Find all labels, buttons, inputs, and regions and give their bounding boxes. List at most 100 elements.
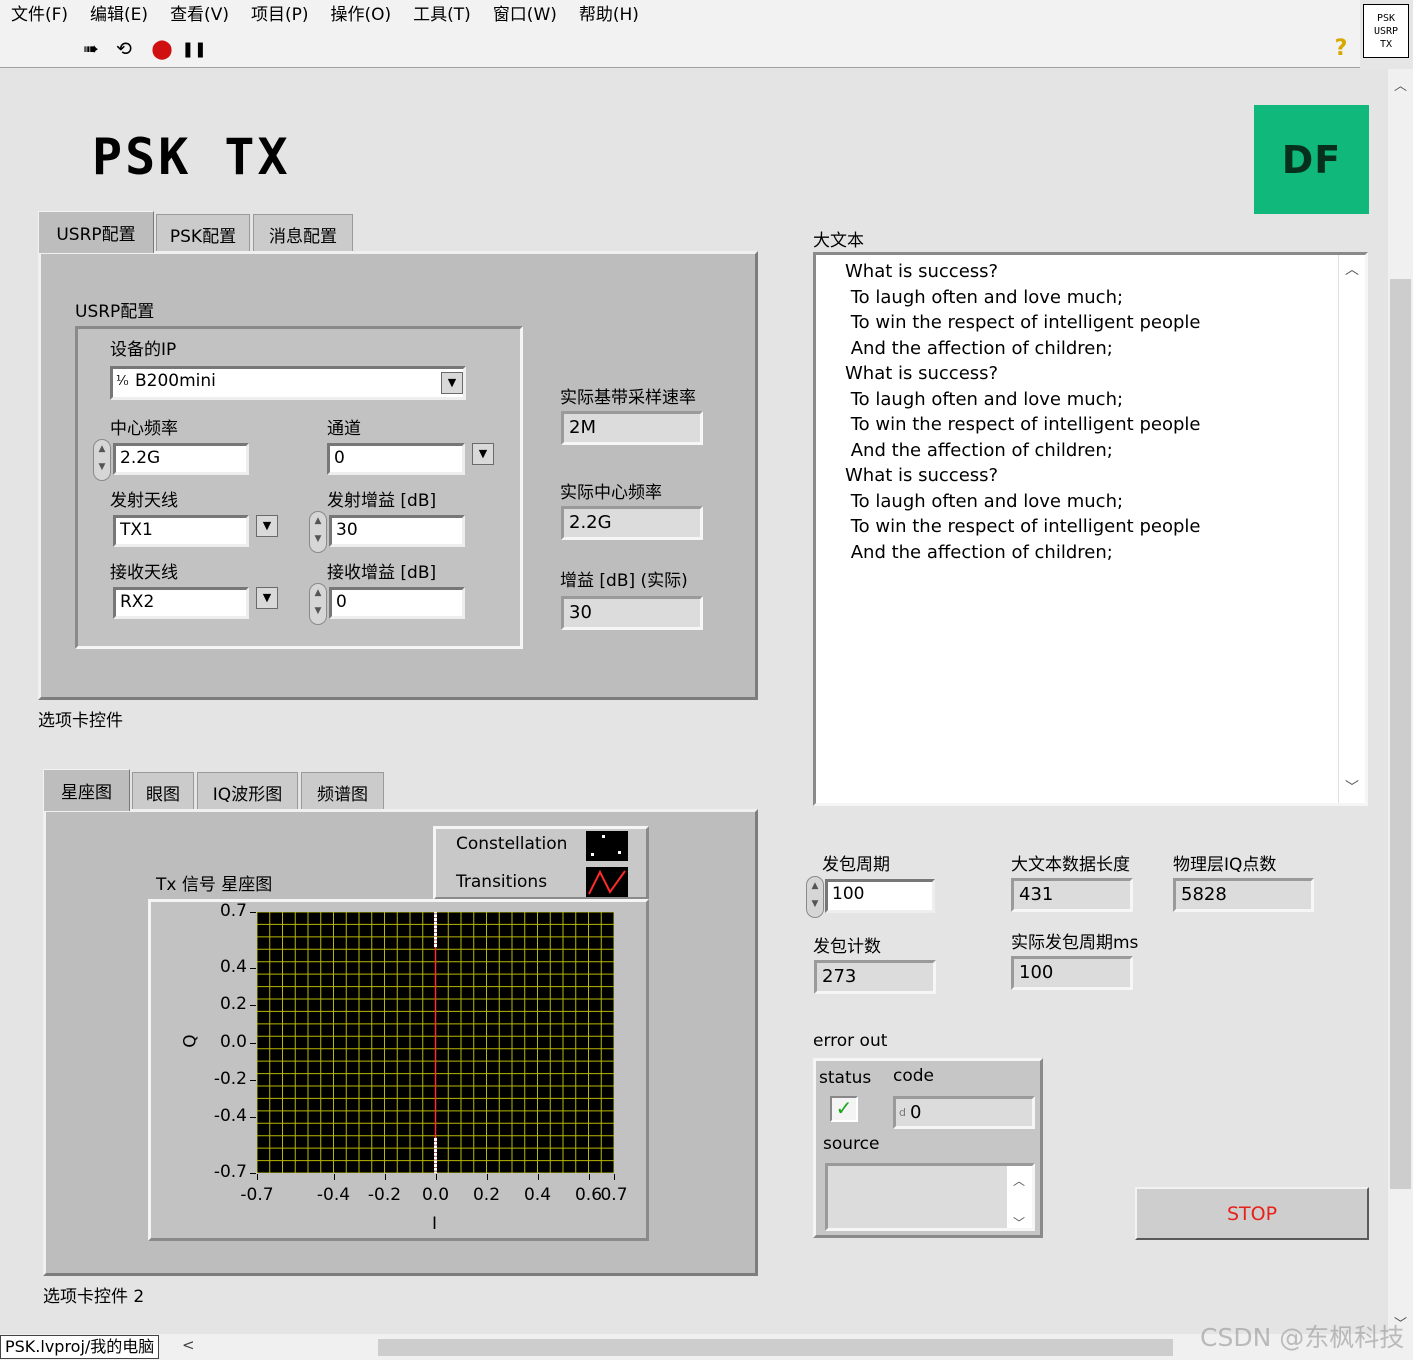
x-tick-label: 0.4 bbox=[523, 1185, 552, 1205]
source-scroll-up-icon[interactable]: ︿ bbox=[1013, 1168, 1025, 1195]
text-scroll-down-icon[interactable]: ﹀ bbox=[1345, 777, 1359, 797]
rx-antenna-input[interactable]: RX2 bbox=[113, 587, 249, 619]
constellation-point bbox=[434, 917, 437, 921]
tx-antenna-dropdown-icon[interactable]: ▼ bbox=[256, 515, 278, 537]
text-length-label: 大文本数据长度 bbox=[1011, 855, 1130, 875]
run-arrow-icon[interactable]: ➠ bbox=[79, 38, 103, 60]
y-axis-label: Q bbox=[180, 1034, 201, 1048]
x-tick-mark bbox=[257, 1174, 258, 1180]
source-scroll-down-icon[interactable]: ﹀ bbox=[1013, 1210, 1025, 1237]
constellation-point bbox=[434, 910, 437, 914]
constellation-point bbox=[434, 936, 437, 940]
tab-constellation[interactable]: 星座图 bbox=[43, 769, 130, 811]
plot-area[interactable] bbox=[256, 910, 615, 1175]
run-continuously-icon[interactable]: ⟲ bbox=[112, 38, 136, 60]
abort-icon[interactable]: ⬤ bbox=[150, 38, 174, 60]
tx-gain-input[interactable]: 30 bbox=[329, 515, 465, 547]
horizontal-scroll-thumb[interactable] bbox=[378, 1339, 1173, 1356]
code-indicator: d 0 bbox=[893, 1096, 1035, 1129]
packet-count-indicator: 273 bbox=[814, 960, 936, 994]
y-tick-label: -0.7 bbox=[213, 1162, 247, 1182]
tab-control-2-caption: 选项卡控件 2 bbox=[43, 1287, 145, 1307]
stop-button[interactable]: STOP bbox=[1135, 1187, 1369, 1240]
actual-period-label: 实际发包周期ms bbox=[1011, 933, 1139, 953]
vi-icon[interactable]: PSK USRP TX bbox=[1363, 4, 1409, 58]
source-label: source bbox=[823, 1134, 880, 1154]
actual-rate-label: 实际基带采样速率 bbox=[560, 388, 696, 408]
logo: DF bbox=[1254, 105, 1369, 214]
text-scrollbar[interactable]: ︿ ﹀ bbox=[1338, 255, 1365, 803]
menu-operate[interactable]: 操作(O) bbox=[320, 1, 403, 29]
x-tick-label: -0.4 bbox=[316, 1185, 351, 1205]
hscroll-left-icon[interactable]: < bbox=[182, 1336, 195, 1354]
source-scrollbar[interactable]: ︿ ﹀ bbox=[1006, 1166, 1032, 1230]
tab-spectrum[interactable]: 频谱图 bbox=[301, 772, 384, 811]
tab-iq-waveform[interactable]: IQ波形图 bbox=[197, 772, 298, 811]
text-line: To win the respect of intelligent people bbox=[845, 312, 1201, 333]
menu-edit[interactable]: 编辑(E) bbox=[79, 1, 159, 29]
actual-freq-indicator: 2.2G bbox=[561, 506, 703, 540]
big-text-label: 大文本 bbox=[813, 231, 864, 251]
menu-bar: 文件(F) 编辑(E) 查看(V) 项目(P) 操作(O) 工具(T) 窗口(W… bbox=[0, 0, 1360, 30]
source-indicator: ︿ ﹀ bbox=[825, 1163, 1035, 1231]
x-tick-mark bbox=[614, 1174, 615, 1180]
text-line: To laugh often and love much; bbox=[845, 286, 1124, 308]
actual-gain-label: 增益 [dB] (实际) bbox=[560, 571, 688, 591]
channel-input[interactable]: 0 bbox=[327, 443, 465, 475]
menu-help[interactable]: 帮助(H) bbox=[568, 1, 650, 29]
text-line: What is success? bbox=[845, 465, 999, 486]
tx-gain-spinner[interactable]: ▲ ▼ bbox=[309, 511, 327, 553]
scroll-up-icon[interactable]: ︿ bbox=[1388, 75, 1413, 94]
dropdown-arrow-icon[interactable]: ▼ bbox=[441, 372, 463, 394]
legend-constellation-label: Constellation bbox=[456, 834, 568, 854]
text-line: And the affection of children; bbox=[845, 541, 1113, 563]
tab-psk-config[interactable]: PSK配置 bbox=[156, 214, 250, 253]
device-ip-combo[interactable]: ⅟₀ B200mini ▼ bbox=[110, 366, 466, 400]
tab-eye-diagram[interactable]: 眼图 bbox=[132, 772, 194, 811]
text-line: To laugh often and love much; bbox=[845, 490, 1124, 512]
project-path: PSK.lvproj/我的电脑 bbox=[0, 1335, 160, 1359]
pause-icon[interactable]: ❚❚ bbox=[181, 38, 206, 60]
y-tick-mark bbox=[250, 1079, 256, 1081]
tx-antenna-input[interactable]: TX1 bbox=[113, 515, 249, 547]
legend-transitions-swatch[interactable] bbox=[586, 867, 628, 897]
x-tick-mark bbox=[333, 1174, 335, 1180]
legend-transitions-line bbox=[588, 869, 626, 895]
tab-message-config[interactable]: 消息配置 bbox=[253, 214, 353, 253]
legend-constellation-swatch[interactable] bbox=[586, 831, 628, 861]
big-text-box[interactable]: What is success? To laugh often and love… bbox=[813, 252, 1368, 806]
constellation-point bbox=[434, 1137, 437, 1141]
tab-usrp-config[interactable]: USRP配置 bbox=[38, 211, 154, 253]
status-check-icon: ✓ bbox=[830, 1096, 858, 1122]
center-freq-input[interactable]: 2.2G bbox=[113, 443, 249, 475]
x-tick-mark bbox=[486, 1174, 488, 1180]
menu-view[interactable]: 查看(V) bbox=[159, 1, 240, 29]
menu-file[interactable]: 文件(F) bbox=[0, 1, 79, 29]
menu-project[interactable]: 项目(P) bbox=[240, 1, 320, 29]
y-tick-mark bbox=[250, 1117, 256, 1119]
channel-label: 通道 bbox=[327, 419, 361, 439]
scroll-thumb[interactable] bbox=[1390, 279, 1411, 1189]
menu-window[interactable]: 窗口(W) bbox=[482, 1, 568, 29]
y-tick-label: -0.4 bbox=[213, 1106, 247, 1127]
tx-gain-label: 发射增益 [dB] bbox=[327, 491, 437, 511]
channel-dropdown-icon[interactable]: ▼ bbox=[472, 443, 494, 465]
constellation-point bbox=[434, 1167, 437, 1171]
actual-gain-indicator: 30 bbox=[561, 596, 703, 630]
y-tick-mark bbox=[250, 1005, 256, 1007]
vertical-scrollbar[interactable]: ︿ ﹀ bbox=[1388, 69, 1413, 1334]
rx-gain-spinner[interactable]: ▲ ▼ bbox=[309, 583, 327, 625]
iq-points-indicator: 5828 bbox=[1173, 878, 1314, 912]
context-help-icon[interactable]: ? bbox=[1329, 38, 1353, 60]
io-name-icon: ⅟₀ bbox=[116, 374, 129, 389]
center-freq-spinner[interactable]: ▲ ▼ bbox=[93, 439, 111, 481]
text-scroll-up-icon[interactable]: ︿ bbox=[1345, 259, 1359, 279]
packet-period-spinner[interactable]: ▲ ▼ bbox=[806, 876, 824, 918]
plot-legend[interactable]: Constellation Transitions bbox=[433, 826, 649, 900]
menu-tools[interactable]: 工具(T) bbox=[402, 1, 482, 29]
packet-period-input[interactable]: 100 bbox=[825, 879, 935, 913]
rx-gain-input[interactable]: 0 bbox=[329, 587, 465, 619]
y-tick-label: 0.0 bbox=[219, 1031, 247, 1052]
rx-antenna-dropdown-icon[interactable]: ▼ bbox=[256, 587, 278, 609]
x-tick-label: 0.7 bbox=[600, 1185, 628, 1205]
